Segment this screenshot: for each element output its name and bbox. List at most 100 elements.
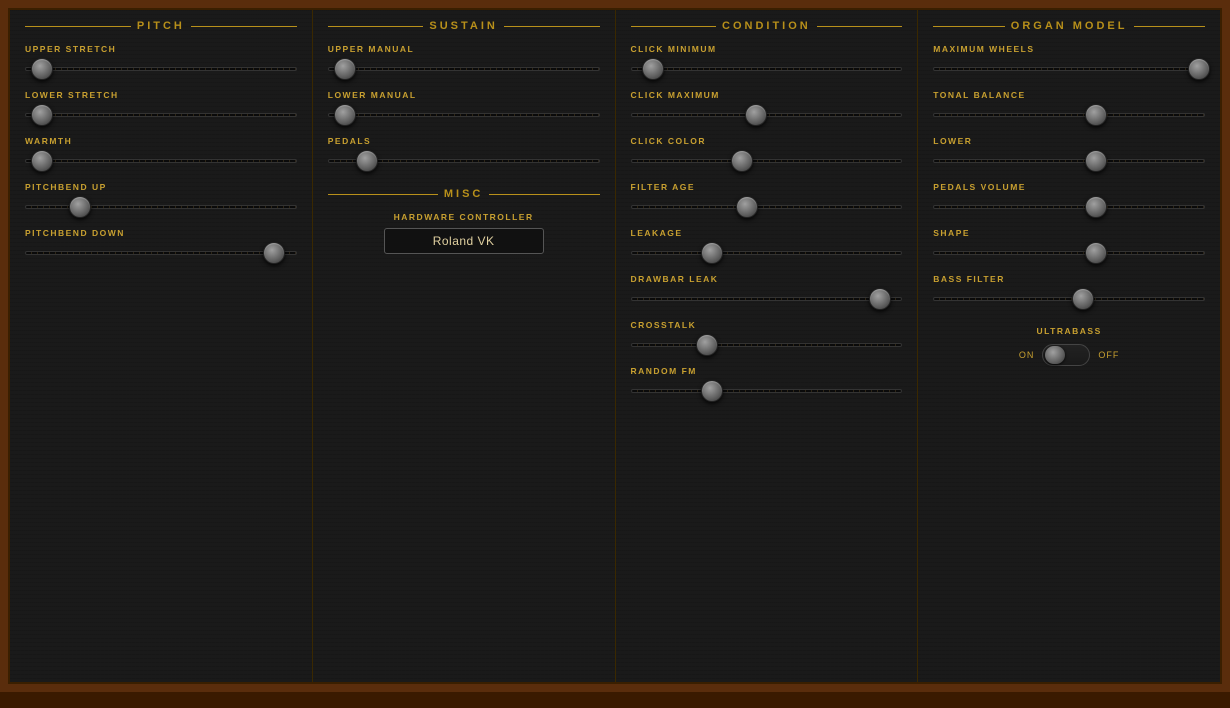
click-minimum-slider[interactable]	[631, 58, 903, 80]
click-color-label: CLICK COLOR	[631, 136, 903, 146]
pedals-thumb[interactable]	[356, 150, 378, 172]
ultrabass-toggle-knob	[1045, 346, 1065, 364]
pitch-title: PITCH	[25, 20, 297, 32]
bottom-bar	[0, 692, 1230, 708]
warmth-label: WARMTH	[25, 136, 297, 146]
random-fm-label: RANDOM FM	[631, 366, 903, 376]
maximum-wheels-slider[interactable]	[933, 58, 1205, 80]
filter-age-label: FILTER AGE	[631, 182, 903, 192]
upper-manual-thumb[interactable]	[334, 58, 356, 80]
lower-group: LOWER	[933, 136, 1205, 172]
bass-filter-track	[933, 297, 1205, 301]
ultrabass-label: ULTRABASS	[1036, 326, 1101, 336]
click-maximum-thumb[interactable]	[745, 104, 767, 126]
filter-age-slider[interactable]	[631, 196, 903, 218]
lower-thumb[interactable]	[1085, 150, 1107, 172]
click-minimum-thumb[interactable]	[642, 58, 664, 80]
ultrabass-off-label: OFF	[1098, 350, 1119, 360]
sustain-title: SUSTAIN	[328, 20, 600, 32]
crosstalk-slider[interactable]	[631, 334, 903, 356]
ultrabass-toggle[interactable]	[1042, 344, 1090, 366]
shape-slider[interactable]	[933, 242, 1205, 264]
maximum-wheels-thumb[interactable]	[1188, 58, 1210, 80]
click-color-track	[631, 159, 903, 163]
crosstalk-group: CROSSTALK	[631, 320, 903, 356]
drawbar-leak-track	[631, 297, 903, 301]
pedals-slider[interactable]	[328, 150, 600, 172]
click-maximum-group: CLICK MAXIMUM	[631, 90, 903, 126]
click-color-group: CLICK COLOR	[631, 136, 903, 172]
drawbar-leak-label: DRAWBAR LEAK	[631, 274, 903, 284]
click-minimum-label: CLICK MINIMUM	[631, 44, 903, 54]
hardware-controller-label: HARDWARE CONTROLLER	[394, 212, 534, 222]
bass-filter-thumb[interactable]	[1072, 288, 1094, 310]
upper-stretch-thumb[interactable]	[31, 58, 53, 80]
random-fm-track	[631, 389, 903, 393]
drawbar-leak-thumb[interactable]	[869, 288, 891, 310]
pitchbend-up-label: PITCHBEND UP	[25, 182, 297, 192]
shape-group: SHAPE	[933, 228, 1205, 264]
maximum-wheels-label: MAXIMUM WHEELS	[933, 44, 1205, 54]
bass-filter-slider[interactable]	[933, 288, 1205, 310]
lower-manual-thumb[interactable]	[334, 104, 356, 126]
click-color-slider[interactable]	[631, 150, 903, 172]
tonal-balance-thumb[interactable]	[1085, 104, 1107, 126]
organ-model-section: ORGAN MODEL MAXIMUM WHEELS TONAL BALANCE…	[918, 10, 1220, 682]
pedals-volume-group: PEDALS VOLUME	[933, 182, 1205, 218]
random-fm-thumb[interactable]	[701, 380, 723, 402]
ultrabass-group: ULTRABASS ON OFF	[933, 326, 1205, 366]
maximum-wheels-group: MAXIMUM WHEELS	[933, 44, 1205, 80]
pedals-volume-slider[interactable]	[933, 196, 1205, 218]
drawbar-leak-slider[interactable]	[631, 288, 903, 310]
upper-stretch-slider[interactable]	[25, 58, 297, 80]
shape-thumb[interactable]	[1085, 242, 1107, 264]
hardware-controller-dropdown[interactable]: Roland VK	[384, 228, 544, 254]
pitchbend-up-slider[interactable]	[25, 196, 297, 218]
filter-age-thumb[interactable]	[736, 196, 758, 218]
leakage-thumb[interactable]	[701, 242, 723, 264]
lower-track	[933, 159, 1205, 163]
upper-stretch-label: UPPER STRETCH	[25, 44, 297, 54]
pedals-group: PEDALS	[328, 136, 600, 172]
crosstalk-label: CROSSTALK	[631, 320, 903, 330]
crosstalk-thumb[interactable]	[696, 334, 718, 356]
crosstalk-track	[631, 343, 903, 347]
upper-manual-slider[interactable]	[328, 58, 600, 80]
pitch-section: PITCH UPPER STRETCH LOWER STRETCH WARMTH	[10, 10, 313, 682]
tonal-balance-slider[interactable]	[933, 104, 1205, 126]
lower-stretch-thumb[interactable]	[31, 104, 53, 126]
warmth-thumb[interactable]	[31, 150, 53, 172]
click-maximum-track	[631, 113, 903, 117]
lower-manual-track	[328, 113, 600, 117]
misc-title: MISC	[328, 188, 600, 200]
click-maximum-label: CLICK MAXIMUM	[631, 90, 903, 100]
tonal-balance-label: TONAL BALANCE	[933, 90, 1205, 100]
sustain-section: SUSTAIN UPPER MANUAL LOWER MANUAL PEDALS	[313, 10, 616, 682]
pedals-track	[328, 159, 600, 163]
filter-age-track	[631, 205, 903, 209]
random-fm-slider[interactable]	[631, 380, 903, 402]
lower-slider[interactable]	[933, 150, 1205, 172]
pitchbend-up-thumb[interactable]	[69, 196, 91, 218]
pitchbend-down-thumb[interactable]	[263, 242, 285, 264]
condition-title: CONDITION	[631, 20, 903, 32]
shape-track	[933, 251, 1205, 255]
pitchbend-up-group: PITCHBEND UP	[25, 182, 297, 218]
lower-manual-group: LOWER MANUAL	[328, 90, 600, 126]
click-maximum-slider[interactable]	[631, 104, 903, 126]
lower-manual-slider[interactable]	[328, 104, 600, 126]
click-color-thumb[interactable]	[731, 150, 753, 172]
pitchbend-down-slider[interactable]	[25, 242, 297, 264]
warmth-track	[25, 159, 297, 163]
pitchbend-down-label: PITCHBEND DOWN	[25, 228, 297, 238]
pitchbend-up-track	[25, 205, 297, 209]
ultrabass-toggle-row: ON OFF	[1019, 344, 1120, 366]
warmth-slider[interactable]	[25, 150, 297, 172]
bass-filter-label: BASS FILTER	[933, 274, 1205, 284]
lower-stretch-slider[interactable]	[25, 104, 297, 126]
pedals-volume-thumb[interactable]	[1085, 196, 1107, 218]
leakage-track	[631, 251, 903, 255]
pitchbend-down-group: PITCHBEND DOWN	[25, 228, 297, 264]
leakage-slider[interactable]	[631, 242, 903, 264]
shape-label: SHAPE	[933, 228, 1205, 238]
